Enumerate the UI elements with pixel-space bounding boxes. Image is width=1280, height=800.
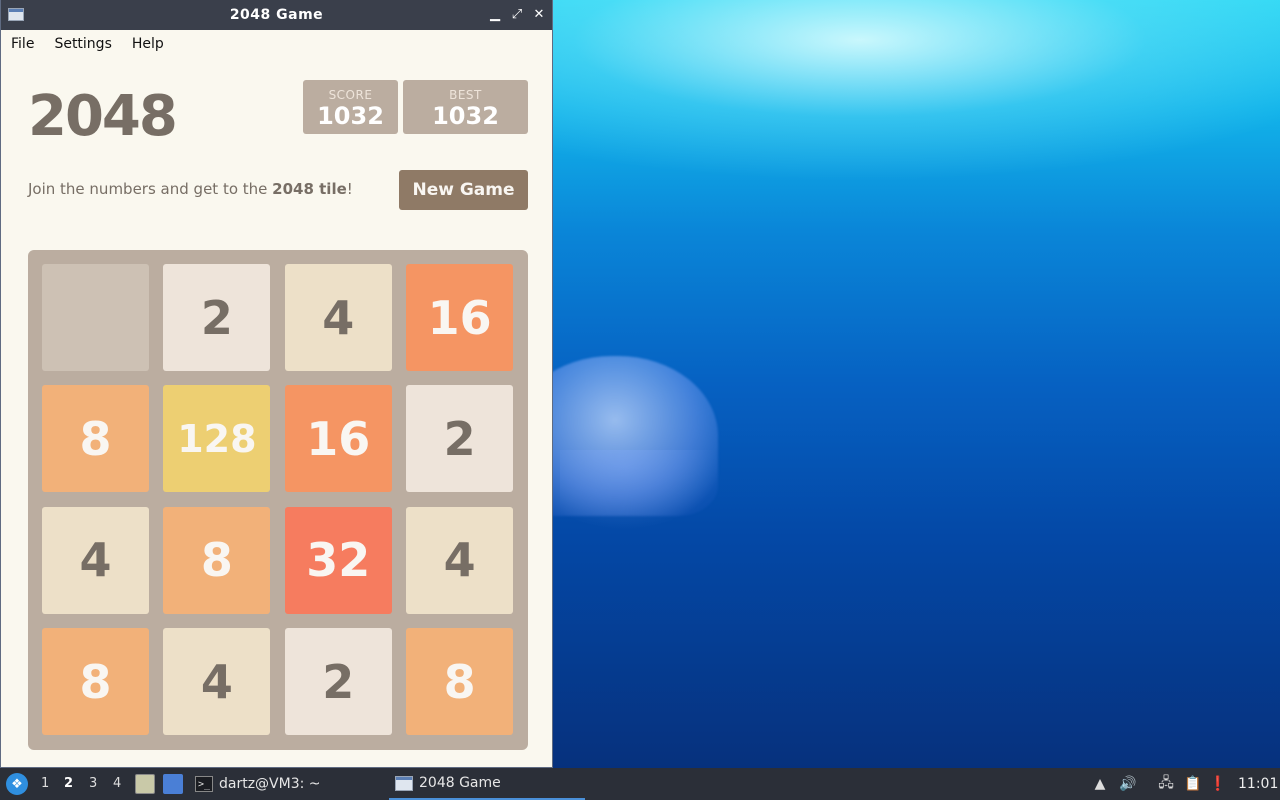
tile-8: 8 bbox=[163, 506, 271, 614]
tile-2: 2 bbox=[284, 628, 392, 736]
tile-8: 8 bbox=[42, 628, 149, 736]
empty-tile bbox=[42, 264, 149, 371]
clock: 11:01 bbox=[1238, 776, 1279, 792]
tile-16: 16 bbox=[284, 385, 392, 493]
terminal-icon: >_ bbox=[195, 776, 213, 792]
task-terminal-label: dartz@VM3: ~ bbox=[219, 776, 321, 792]
game-title: 2048 bbox=[28, 84, 178, 149]
show-desktop-icon[interactable] bbox=[163, 774, 183, 794]
workspace-3[interactable]: 3 bbox=[89, 776, 97, 791]
jellyfish-tentacles bbox=[560, 450, 720, 530]
game-intro: Join the numbers and get to the 2048 til… bbox=[28, 180, 353, 198]
task-2048[interactable]: 2048 Game bbox=[389, 768, 585, 800]
tray-arrow-icon[interactable]: ▲ bbox=[1090, 774, 1110, 794]
tile-4: 4 bbox=[284, 264, 392, 371]
clipboard-icon[interactable]: 📋 bbox=[1183, 774, 1203, 794]
close-icon[interactable]: ✕ bbox=[532, 6, 546, 22]
menu-file[interactable]: File bbox=[11, 36, 34, 52]
volume-icon[interactable]: 🔊 bbox=[1118, 774, 1138, 794]
tile-8: 8 bbox=[406, 628, 514, 736]
tile-8: 8 bbox=[42, 385, 149, 493]
network-icon[interactable]: 🖧 bbox=[1156, 774, 1176, 794]
game-board[interactable]: 2 4 16 8 128 16 2 4 8 32 4 8 4 2 8 bbox=[28, 250, 528, 750]
window-titlebar[interactable]: 2048 Game ▁ ⤢ ✕ bbox=[1, 0, 552, 30]
score-box: SCORE 1032 bbox=[303, 80, 398, 134]
window-controls: ▁ ⤢ ✕ bbox=[488, 6, 546, 22]
window-title: 2048 Game bbox=[229, 7, 324, 23]
game-window: 2048 Game ▁ ⤢ ✕ File Settings Help 2048 … bbox=[0, 0, 553, 768]
task-2048-label: 2048 Game bbox=[419, 775, 501, 791]
tile-32: 32 bbox=[284, 506, 392, 614]
tile-128: 128 bbox=[163, 385, 271, 493]
window-icon bbox=[395, 775, 413, 791]
maximize-icon[interactable]: ⤢ bbox=[510, 6, 524, 22]
tile-2: 2 bbox=[406, 385, 514, 493]
tile-4: 4 bbox=[406, 506, 514, 614]
menu-help[interactable]: Help bbox=[132, 36, 164, 52]
score-value: 1032 bbox=[317, 102, 384, 130]
start-menu-icon[interactable]: ❖ bbox=[6, 773, 28, 795]
workspace-1[interactable]: 1 bbox=[41, 776, 49, 791]
tile-4: 4 bbox=[42, 506, 149, 614]
best-score-box: BEST 1032 bbox=[403, 80, 528, 134]
intro-punct: ! bbox=[346, 180, 353, 198]
taskbar: ❖ 1 2 3 4 >_ dartz@VM3: ~ 2048 Game ▲ 🔊 … bbox=[0, 768, 1280, 800]
task-terminal[interactable]: >_ dartz@VM3: ~ bbox=[195, 768, 321, 800]
file-manager-icon[interactable] bbox=[135, 774, 155, 794]
workspace-4[interactable]: 4 bbox=[113, 776, 121, 791]
tile-16: 16 bbox=[406, 264, 514, 371]
score-label: SCORE bbox=[328, 88, 373, 102]
menu-bar: File Settings Help bbox=[1, 30, 552, 58]
app-window-icon bbox=[8, 8, 24, 21]
intro-text: Join the numbers and get to the bbox=[28, 180, 273, 198]
notification-icon[interactable]: ❗ bbox=[1208, 774, 1228, 794]
intro-goal: 2048 tile bbox=[272, 180, 347, 198]
new-game-button[interactable]: New Game bbox=[399, 170, 528, 210]
tile-2: 2 bbox=[163, 264, 271, 371]
best-label: BEST bbox=[449, 88, 482, 102]
minimize-icon[interactable]: ▁ bbox=[488, 6, 502, 22]
workspace-2[interactable]: 2 bbox=[64, 776, 73, 791]
best-value: 1032 bbox=[432, 102, 499, 130]
tile-4: 4 bbox=[163, 628, 271, 736]
menu-settings[interactable]: Settings bbox=[54, 36, 111, 52]
